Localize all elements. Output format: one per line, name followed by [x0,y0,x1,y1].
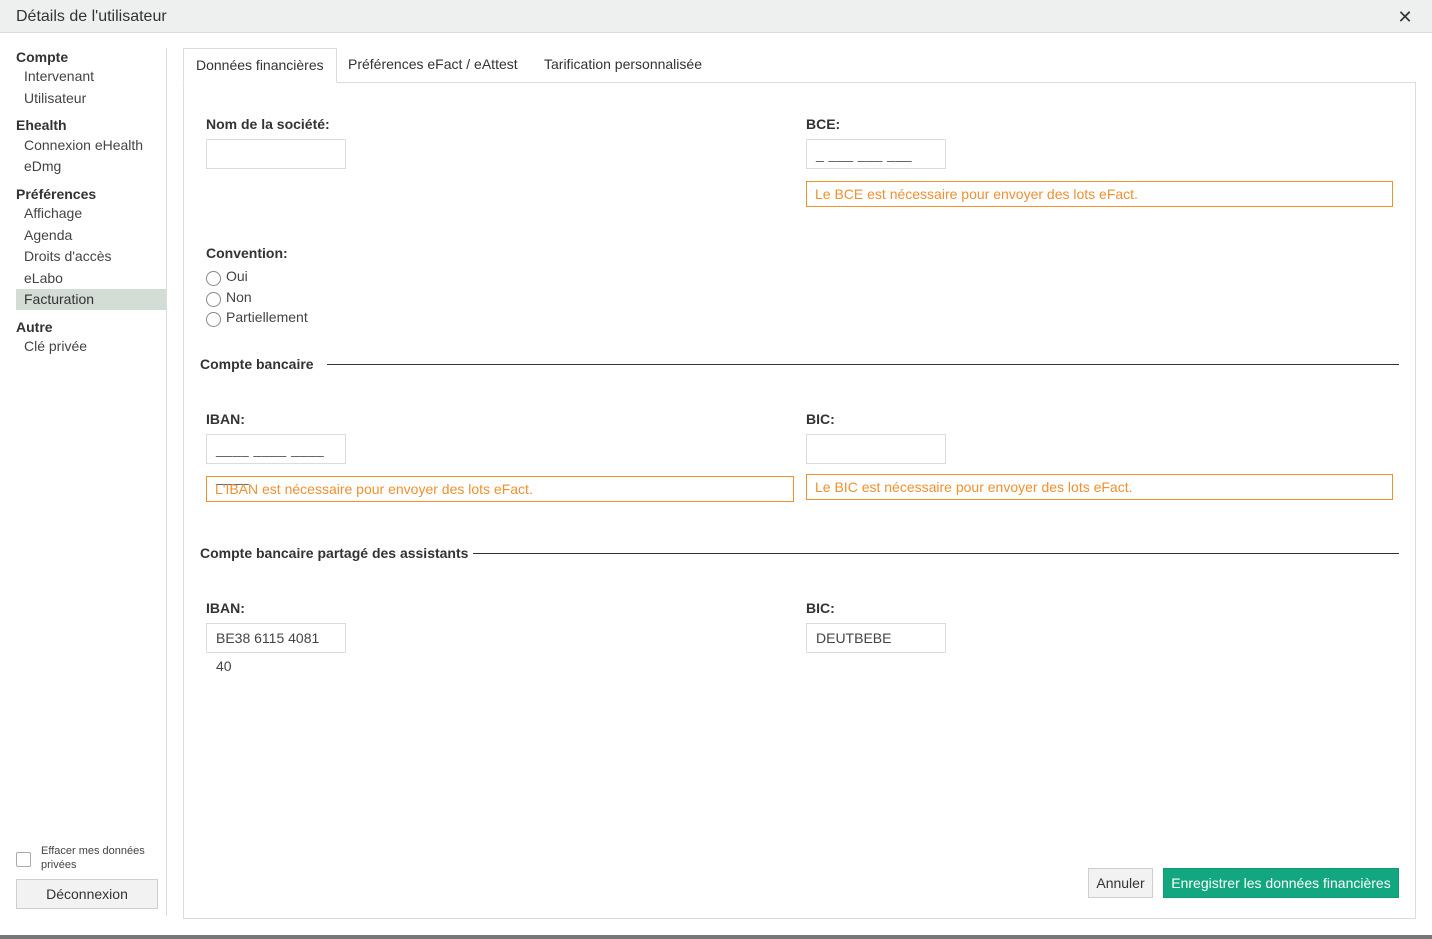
sidebar-item-utilisateur[interactable]: Utilisateur [16,88,166,109]
bank-account-section-title: Compte bancaire [200,356,314,372]
convention-label: Convention: [206,245,288,261]
sidebar-group-compte: Compte [16,49,69,65]
bce-input[interactable]: _ ___ ___ ___ [806,139,946,169]
shared-iban-label: IBAN: [206,600,245,616]
iban-label: IBAN: [206,411,245,427]
shared-bank-section-title: Compte bancaire partagé des assistants [200,545,469,561]
sidebar-group-autre: Autre [16,319,53,335]
section-divider [327,364,1399,365]
cancel-button[interactable]: Annuler [1088,868,1153,898]
sidebar-item-cle-privee[interactable]: Clé privée [16,336,166,357]
shared-iban-input[interactable]: BE38 6115 4081 40 [206,623,346,674]
logout-button[interactable]: Déconnexion [16,879,158,909]
section-divider [473,553,1399,554]
bce-warning: Le BCE est nécessaire pour envoyer des l… [806,181,1393,207]
radio-button[interactable] [206,271,221,286]
bic-label: BIC: [806,411,835,427]
sidebar-divider [166,48,167,916]
radio-label-partiellement: Partiellement [226,309,308,325]
tab-tarification[interactable]: Tarification personnalisée [532,48,714,83]
sidebar-item-connexion-ehealth[interactable]: Connexion eHealth [16,135,166,156]
radio-button[interactable] [206,292,221,307]
sidebar-item-intervenant[interactable]: Intervenant [16,66,166,87]
dialog-titlebar: Détails de l'utilisateur ✕ [0,0,1432,33]
sidebar-item-affichage[interactable]: Affichage [16,203,166,224]
close-icon[interactable]: ✕ [1394,6,1416,28]
sidebar-item-elabo[interactable]: eLabo [16,268,166,289]
sidebar-group-preferences: Préférences [16,186,97,202]
sidebar-item-edmg[interactable]: eDmg [16,156,166,177]
sidebar-item-droits-acces[interactable]: Droits d'accès [16,246,166,267]
erase-data-checkbox[interactable] [16,852,31,867]
iban-warning: L'IBAN est nécessaire pour envoyer des l… [206,476,794,502]
dialog-title: Détails de l'utilisateur [16,8,167,25]
tab-preferences-efact[interactable]: Préférences eFact / eAttest [336,48,530,83]
tab-donnees-financieres[interactable]: Données financières [183,48,337,83]
bce-label: BCE: [806,116,841,132]
radio-button[interactable] [206,312,221,327]
shared-bic-input[interactable]: DEUTBEBE [806,623,946,653]
window-bottom-edge [0,935,1432,939]
bic-warning: Le BIC est nécessaire pour envoyer des l… [806,474,1393,500]
radio-label-non: Non [226,289,252,305]
bic-input[interactable] [806,434,946,464]
save-financial-data-button[interactable]: Enregistrer les données financières [1163,868,1399,898]
erase-data-option[interactable]: Effacer mes données privées [16,844,166,876]
company-name-input[interactable] [206,139,346,169]
iban-input[interactable]: ____ ____ ____ ____ [206,434,346,485]
erase-data-label: Effacer mes données privées [41,845,145,871]
company-name-label: Nom de la société: [206,116,330,132]
sidebar-item-facturation[interactable]: Facturation [16,289,166,310]
sidebar-item-agenda[interactable]: Agenda [16,225,166,246]
radio-label-oui: Oui [226,268,248,284]
sidebar-group-ehealth: Ehealth [16,117,67,133]
shared-bic-label: BIC: [806,600,835,616]
